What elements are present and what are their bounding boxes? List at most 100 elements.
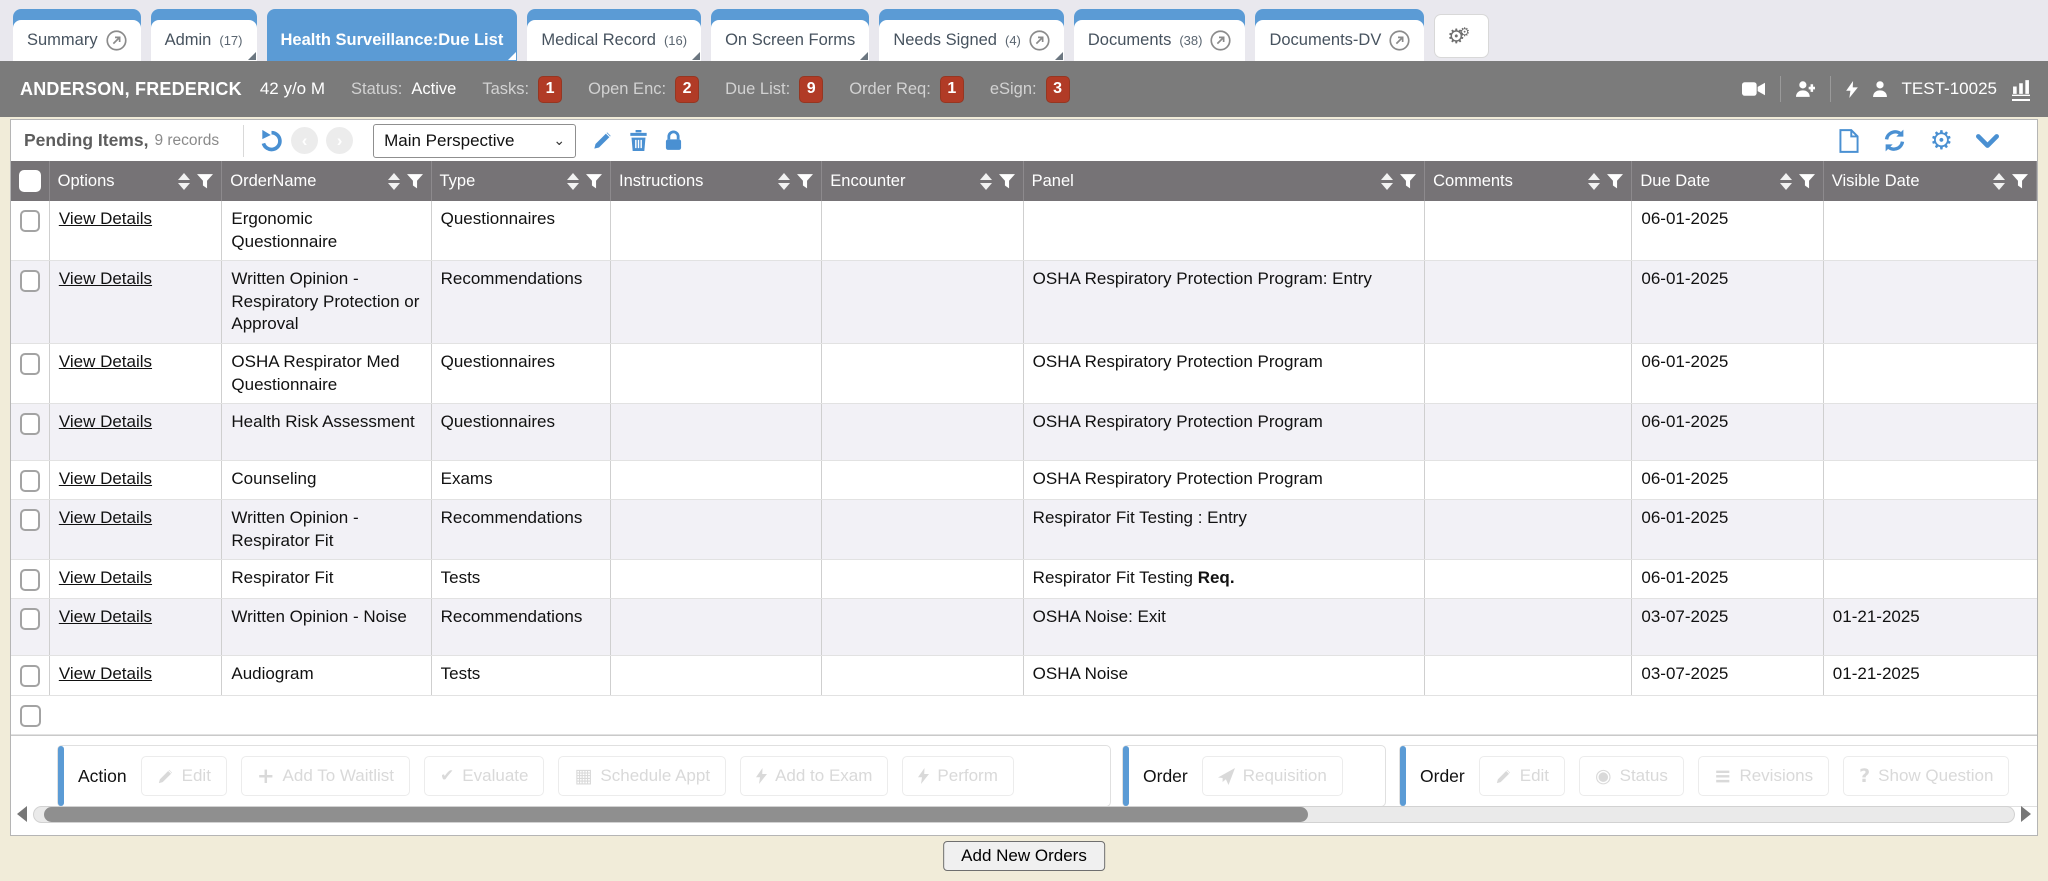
view-details-link[interactable]: View Details	[59, 568, 152, 587]
counter-badge[interactable]: 3	[1046, 76, 1070, 103]
sort-icon[interactable]	[567, 173, 579, 190]
row-checkbox[interactable]	[20, 353, 40, 375]
column-header-due-date[interactable]: Due Date	[1632, 161, 1823, 201]
chart-icon[interactable]	[2012, 78, 2030, 101]
column-header-comments[interactable]: Comments	[1425, 161, 1632, 201]
video-camera-icon[interactable]	[1742, 82, 1765, 96]
open-external-icon[interactable]	[1029, 30, 1050, 51]
filter-funnel-icon[interactable]	[1607, 174, 1623, 189]
edit-pencil-icon[interactable]	[592, 130, 613, 151]
view-details-link[interactable]: View Details	[59, 508, 152, 527]
filter-funnel-icon[interactable]	[197, 174, 213, 189]
revisions-button[interactable]: ≡Revisions	[1698, 756, 1829, 796]
row-checkbox[interactable]	[20, 413, 40, 435]
edit-button[interactable]: Edit	[1479, 756, 1565, 796]
scroll-right-arrow[interactable]	[2021, 806, 2031, 822]
row-checkbox[interactable]	[20, 210, 40, 232]
collapse-chevron-icon[interactable]	[1976, 134, 1999, 148]
counter-badge[interactable]: 2	[675, 76, 699, 103]
view-details-link[interactable]: View Details	[59, 269, 152, 288]
scrollbar-thumb[interactable]	[44, 807, 1308, 822]
filter-funnel-icon[interactable]	[1799, 174, 1815, 189]
row-checkbox[interactable]	[20, 509, 40, 531]
open-external-icon[interactable]	[1389, 30, 1410, 51]
row-checkbox[interactable]	[20, 270, 40, 292]
sort-icon[interactable]	[1780, 173, 1792, 190]
sort-icon[interactable]	[1993, 173, 2005, 190]
row-checkbox[interactable]	[20, 705, 41, 727]
tab-health-surveillance-due-list[interactable]: Health Surveillance:Due List	[267, 9, 518, 61]
filter-funnel-icon[interactable]	[797, 174, 813, 189]
user-icon[interactable]	[1873, 81, 1887, 97]
settings-gear-icon[interactable]: ⚙	[1930, 126, 1953, 156]
column-header-options[interactable]: Options	[50, 161, 223, 201]
type-cell: Questionnaires	[432, 201, 612, 260]
requisition-button[interactable]: Requisition	[1202, 756, 1343, 796]
view-details-link[interactable]: View Details	[59, 607, 152, 626]
sort-icon[interactable]	[778, 173, 790, 190]
show-question-button[interactable]: ?Show Question	[1843, 756, 2009, 796]
tab-medical-record[interactable]: Medical Record(16)	[527, 9, 701, 61]
tab-summary[interactable]: Summary	[13, 9, 141, 61]
column-header-panel[interactable]: Panel	[1024, 161, 1426, 201]
open-external-icon[interactable]	[106, 30, 127, 51]
add-to-exam-button[interactable]: Add to Exam	[740, 756, 888, 796]
perspective-select[interactable]: Main Perspective ⌄	[373, 124, 576, 158]
sort-icon[interactable]	[1381, 173, 1393, 190]
sort-icon[interactable]	[1588, 173, 1600, 190]
view-details-link[interactable]: View Details	[59, 209, 152, 228]
status-button[interactable]: ◉Status	[1579, 756, 1684, 796]
checkbox[interactable]	[19, 170, 41, 192]
tab-admin[interactable]: Admin(17)	[151, 9, 257, 61]
scroll-left-arrow[interactable]	[17, 806, 27, 822]
new-document-icon[interactable]	[1839, 129, 1859, 153]
filter-funnel-icon[interactable]	[1400, 174, 1416, 189]
view-details-link[interactable]: View Details	[59, 664, 152, 683]
filter-funnel-icon[interactable]	[2012, 174, 2028, 189]
counter-badge[interactable]: 1	[538, 76, 562, 103]
row-checkbox[interactable]	[20, 608, 40, 630]
add-person-icon[interactable]	[1796, 81, 1815, 97]
counter-badge[interactable]: 1	[940, 76, 964, 103]
filter-funnel-icon[interactable]	[407, 174, 423, 189]
view-details-link[interactable]: View Details	[59, 412, 152, 431]
tab-needs-signed[interactable]: Needs Signed(4)	[879, 9, 1064, 61]
column-header-type[interactable]: Type	[432, 161, 612, 201]
trash-icon[interactable]	[629, 130, 648, 151]
view-details-link[interactable]: View Details	[59, 352, 152, 371]
refresh-icon[interactable]	[1882, 129, 1907, 152]
filter-funnel-icon[interactable]	[999, 174, 1015, 189]
row-checkbox[interactable]	[20, 470, 40, 492]
row-checkbox[interactable]	[20, 569, 40, 591]
counter-badge[interactable]: 9	[799, 76, 823, 103]
tab-on-screen-forms[interactable]: On Screen Forms	[711, 9, 869, 61]
sort-icon[interactable]	[178, 173, 190, 190]
filter-funnel-icon[interactable]	[586, 174, 602, 189]
add-to-waitlist-button[interactable]: +Add To Waitlist	[241, 756, 410, 796]
row-checkbox[interactable]	[20, 665, 40, 687]
add-new-orders-button[interactable]: Add New Orders	[943, 841, 1105, 871]
lightning-icon[interactable]	[1846, 81, 1858, 98]
open-external-icon[interactable]	[1210, 30, 1231, 51]
column-header-encounter[interactable]: Encounter	[822, 161, 1023, 201]
undo-icon[interactable]	[260, 129, 283, 152]
column-header-instructions[interactable]: Instructions	[611, 161, 822, 201]
scrollbar-track[interactable]	[33, 806, 2015, 823]
next-icon[interactable]: ›	[326, 127, 353, 154]
edit-button[interactable]: Edit	[141, 756, 227, 796]
sort-icon[interactable]	[980, 173, 992, 190]
tab-settings-gear-button[interactable]: ⚙⚙	[1434, 14, 1489, 58]
column-header-visible-date[interactable]: Visible Date	[1824, 161, 2037, 201]
schedule-appt-button[interactable]: ▦Schedule Appt	[558, 756, 726, 796]
options-cell: View Details	[50, 404, 223, 460]
prev-icon[interactable]: ‹	[291, 127, 318, 154]
select-all-checkbox[interactable]	[11, 161, 50, 201]
column-header-ordername[interactable]: OrderName	[222, 161, 431, 201]
tab-documents[interactable]: Documents(38)	[1074, 9, 1246, 61]
sort-icon[interactable]	[388, 173, 400, 190]
lock-icon[interactable]	[664, 130, 683, 151]
tab-documents-dv[interactable]: Documents-DV	[1255, 9, 1424, 61]
perform-button[interactable]: Perform	[902, 756, 1013, 796]
view-details-link[interactable]: View Details	[59, 469, 152, 488]
evaluate-button[interactable]: ✔Evaluate	[424, 756, 544, 796]
